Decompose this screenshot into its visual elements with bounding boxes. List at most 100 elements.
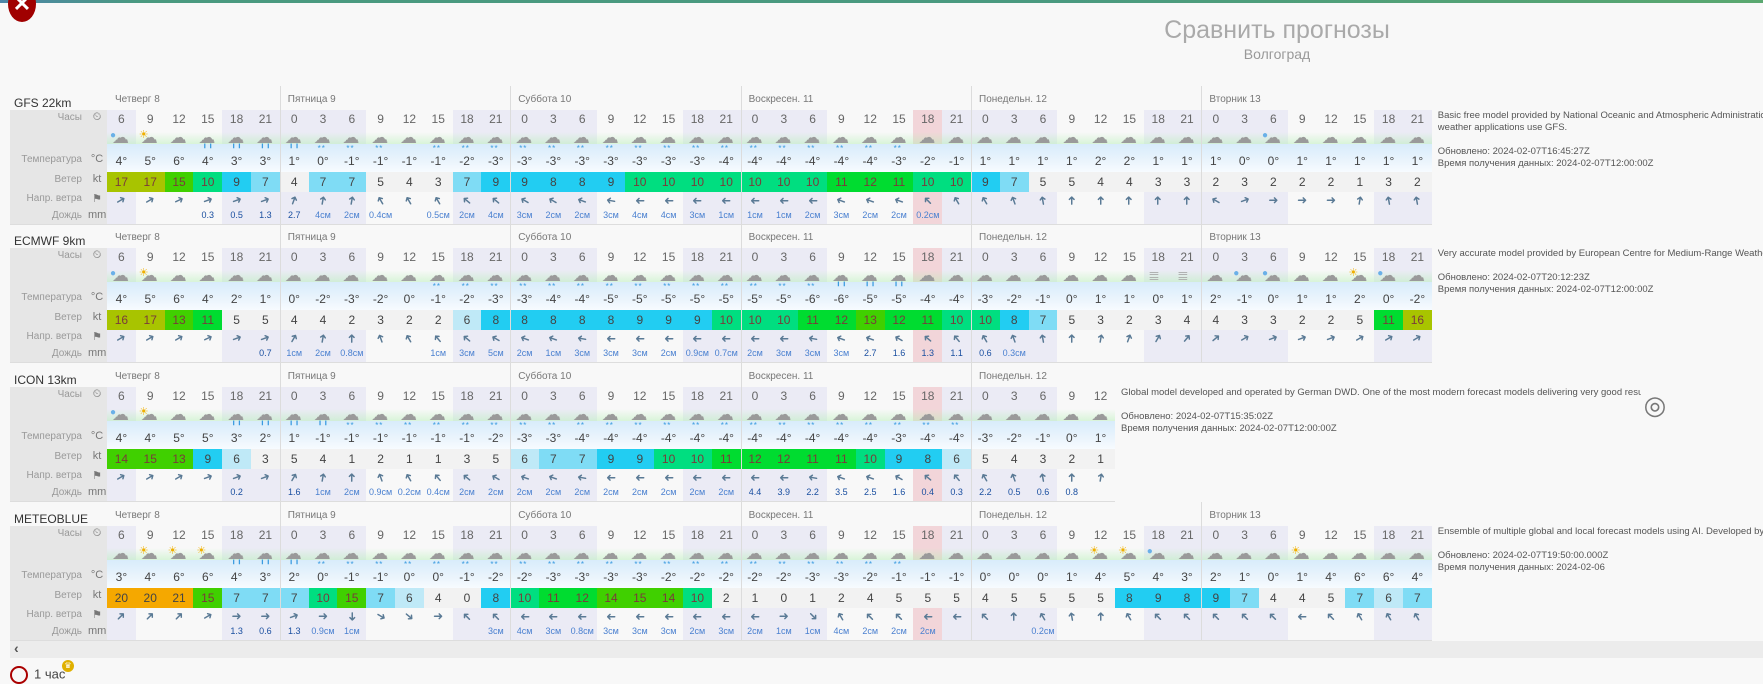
- wind-speed-cell: 8: [999, 310, 1029, 330]
- temperature-cell: -1°: [948, 570, 965, 584]
- wind-arrow-icon: ➜: [1178, 608, 1196, 626]
- wind-arrow-icon: ➜: [1266, 329, 1281, 347]
- wind-speed-cell: 7: [999, 172, 1029, 192]
- fog-icon: ═ ═: [1173, 267, 1202, 290]
- rain-cell: 0.9см: [685, 348, 709, 358]
- hour-cell: 0: [1212, 528, 1220, 542]
- model-description: Very accurate model provided by European…: [1438, 248, 1763, 296]
- wind-direction-label: Напр. ветра: [26, 609, 82, 620]
- wind-speed-cell: 9: [1201, 588, 1231, 608]
- snow-flakes: **: [404, 560, 413, 569]
- temperature-cell: 3°: [115, 570, 128, 584]
- rain-cell: 2.2: [806, 487, 819, 497]
- rain-cell: 1см: [718, 210, 735, 220]
- row-labels: Часы ⏲ Температура °C Ветер kt Напр. ветра ⚑ Дож…: [10, 387, 107, 502]
- wind-direction-cell: ➜: [568, 469, 597, 486]
- wind-unit: kt: [92, 173, 102, 185]
- hour-cell: 6: [578, 112, 586, 126]
- rain-cell: 4см: [833, 626, 850, 636]
- temperature-cell: 4°: [1325, 570, 1337, 584]
- snow-flakes: **: [375, 144, 384, 153]
- scroll-left-icon[interactable]: ‹: [14, 640, 19, 656]
- cloud-icon: ☁: [1403, 129, 1432, 152]
- rain-cell: 5см: [487, 348, 504, 358]
- interval-selector[interactable]: 1 час ♛: [10, 660, 74, 684]
- wind-direction-cell: ➜: [1403, 192, 1432, 209]
- rain-cell: 4см: [660, 210, 677, 220]
- wind-speed-cell: 5: [1010, 591, 1018, 605]
- day-label: Суббота 10: [518, 371, 572, 382]
- hour-cell: 0: [982, 112, 989, 126]
- cloud-shape: ☁: [1379, 128, 1397, 147]
- rain-label: Дождь: [51, 626, 82, 637]
- cloud-snow-icon: ☁ **: [568, 129, 597, 154]
- wind-arrow-icon: ➜: [605, 471, 617, 485]
- hour-cell: 9: [377, 250, 384, 264]
- wind-arrow-icon: ➜: [170, 607, 188, 625]
- wind-direction-cell: ➜: [683, 608, 712, 625]
- cloud-icon: ☁: [395, 129, 424, 152]
- cloud-shape: ☁: [1033, 405, 1051, 424]
- snow-flakes: **: [346, 144, 355, 153]
- snow-flakes: **: [807, 560, 816, 569]
- rain-cell: 3см: [833, 210, 850, 220]
- cloud-icon: ☁: [1345, 545, 1374, 568]
- wind-direction-cell: ➜: [597, 192, 626, 209]
- rain-cell: 2см: [603, 487, 619, 497]
- wind-arrow-icon: ➜: [1207, 192, 1224, 210]
- horizontal-scrollbar[interactable]: ‹: [10, 640, 1763, 658]
- rain-unit: mm: [88, 209, 107, 221]
- interval-label: 1 час: [34, 666, 66, 682]
- wind-arrow-icon: ➜: [1351, 329, 1368, 347]
- cloud-icon: ☁: [971, 266, 1000, 290]
- wind-direction-cell: ➜: [424, 192, 453, 209]
- wind-direction-cell: ➜: [251, 192, 280, 209]
- temperature-cell: -2°: [372, 292, 389, 306]
- wind-speed-cell: 10: [942, 172, 971, 192]
- cloud-sun-icon: ☀ ☁: [1345, 267, 1374, 290]
- wind-speed-cell: 11: [827, 449, 856, 469]
- hour-cell: 18: [690, 112, 705, 126]
- updated-time: Обновлено: 2024-02-07T19:50:00.000Z: [1437, 550, 1609, 561]
- cloud-snow-icon: ☁ **: [683, 545, 712, 570]
- temperature-cell: 0°: [1008, 570, 1020, 584]
- wind-speed-cell: 9: [884, 449, 914, 469]
- day-separator: [279, 86, 281, 225]
- day-separator: [279, 363, 281, 502]
- hour-cell: 3: [319, 250, 327, 264]
- wind-arrow-icon: ➜: [487, 192, 504, 210]
- cloud-drizzle-icon: ● ☁: [1259, 129, 1288, 152]
- wind-direction-cell: ➜: [741, 608, 770, 625]
- hour-cell: 9: [146, 112, 154, 126]
- temperature-cell: -4°: [747, 154, 763, 168]
- cloud-snow-icon: ☁ **: [769, 406, 798, 431]
- wind-speed-cell: 3: [1385, 175, 1392, 189]
- wind-speed-cell: 4: [1126, 175, 1133, 189]
- cloud-shape: ☁: [976, 266, 993, 285]
- wind-speed-cell: 5: [1068, 175, 1076, 189]
- temp-unit: °C: [90, 430, 104, 442]
- wind-arrow-icon: ➜: [749, 194, 761, 208]
- wind-direction-cell: ➜: [1173, 192, 1202, 209]
- close-button[interactable]: ✕: [8, 0, 36, 22]
- hour-cell: 6: [348, 250, 356, 264]
- rain-cell: 2см: [516, 487, 533, 497]
- cloud-shape: ☁: [947, 266, 965, 285]
- temperature-cell: 1°: [1123, 292, 1136, 306]
- cloud-icon: ☁: [193, 267, 222, 290]
- day-label: Вторник 13: [1209, 232, 1261, 243]
- day-label: Воскресен. 11: [748, 510, 814, 521]
- day-label: Четверг 8: [115, 371, 160, 382]
- wind-direction-cell: ➜: [107, 468, 136, 486]
- rain-cell: 2см: [487, 487, 504, 497]
- wind-direction-cell: ➜: [1403, 608, 1432, 625]
- wind-arrow-icon: ➜: [429, 469, 447, 487]
- wind-direction-cell: ➜: [1086, 469, 1115, 486]
- temperature-cell: -5°: [632, 292, 648, 306]
- wind-direction-cell: ➜: [913, 192, 942, 209]
- temperature-cell: 1°: [1066, 570, 1078, 584]
- cloud-snow-icon: ☁ **: [769, 545, 798, 570]
- hour-cell: 6: [348, 112, 356, 126]
- wind-speed-cell: 21: [164, 588, 194, 608]
- hour-cell: 18: [1151, 112, 1165, 126]
